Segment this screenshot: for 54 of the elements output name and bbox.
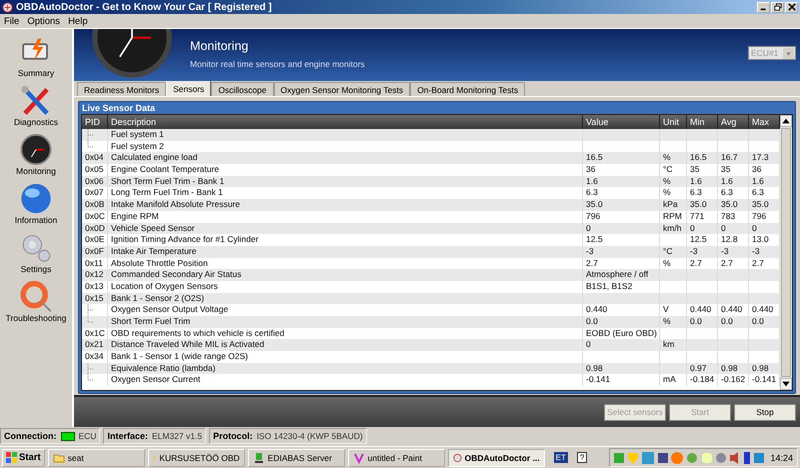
windows-logo-icon	[6, 452, 17, 463]
menu-item[interactable]: File	[1, 16, 22, 26]
restore-icon	[774, 3, 782, 11]
table-cell: Oxygen Sensor Current	[108, 374, 583, 386]
taskbar-button[interactable]: KURSUSETÖÖ OBD	[148, 448, 245, 466]
taskbar-button[interactable]: untitled - Paint	[348, 448, 445, 466]
table-cell: -0.141	[583, 374, 660, 386]
tab[interactable]: On-Board Monitoring Tests	[410, 82, 526, 96]
start-button[interactable]: Start	[2, 448, 45, 466]
folder-icon	[52, 452, 65, 464]
scroll-down-icon[interactable]	[780, 378, 792, 390]
page-title: Monitoring	[190, 39, 250, 53]
sidebar-item[interactable]: Troubleshooting	[0, 280, 72, 326]
status-value: ELM327 v1.5	[152, 431, 202, 441]
status-value: ECU	[78, 431, 96, 441]
sidebar-item[interactable]: Information	[0, 182, 72, 228]
table-cell: mA	[660, 374, 687, 386]
scroll-thumb[interactable]	[781, 128, 791, 377]
sidebar-item[interactable]: Summary	[0, 35, 72, 81]
close-button[interactable]	[785, 2, 798, 12]
server-icon	[252, 452, 265, 464]
panel-title: Live Sensor Data	[81, 102, 156, 114]
language-indicator[interactable]: ET	[554, 452, 568, 463]
status-label: Interface:	[107, 431, 148, 441]
menu-item[interactable]: Help	[65, 16, 91, 26]
clock: 14:24	[770, 452, 793, 462]
restore-button[interactable]	[771, 2, 784, 12]
tab[interactable]: Oxygen Sensor Monitoring Tests	[274, 82, 410, 96]
help-icon[interactable]: ?	[576, 452, 588, 463]
status-label: Protocol:	[213, 431, 253, 441]
table-cell: -0.184	[687, 374, 718, 386]
menu-item[interactable]: Options	[24, 16, 64, 26]
sidebar-item[interactable]: Diagnostics	[0, 84, 72, 130]
status-label: Connection:	[4, 431, 56, 441]
scrollbar[interactable]	[780, 115, 792, 390]
tab[interactable]: Sensors	[166, 80, 212, 96]
taskbar-button[interactable]: seat	[48, 448, 145, 466]
scroll-up-icon[interactable]	[780, 115, 792, 127]
minimize-button[interactable]	[757, 2, 770, 12]
sidebar-item[interactable]: Monitoring	[0, 133, 72, 179]
tab[interactable]: Oscilloscope	[211, 82, 274, 96]
tab[interactable]: Readiness Monitors	[77, 82, 166, 96]
window-title: OBDAutoDoctor - Get to Know Your Car [ Registered ]	[16, 2, 273, 12]
paint-icon	[352, 452, 365, 464]
page-subtitle: Monitor real time sensors and engine monitors	[190, 59, 365, 69]
sidebar-item[interactable]: Settings	[0, 231, 72, 277]
table-cell: -0.162	[718, 374, 749, 386]
app-icon	[452, 452, 462, 464]
close-icon	[788, 3, 796, 11]
status-value: ISO 14230-4 (KWP 5BAUD)	[256, 431, 363, 441]
taskbar-button[interactable]: OBDAutoDoctor ...	[448, 448, 545, 466]
action-button[interactable]: Stop	[734, 404, 796, 420]
app-icon	[2, 2, 13, 12]
taskbar-button[interactable]: EDIABAS Server	[248, 448, 345, 466]
